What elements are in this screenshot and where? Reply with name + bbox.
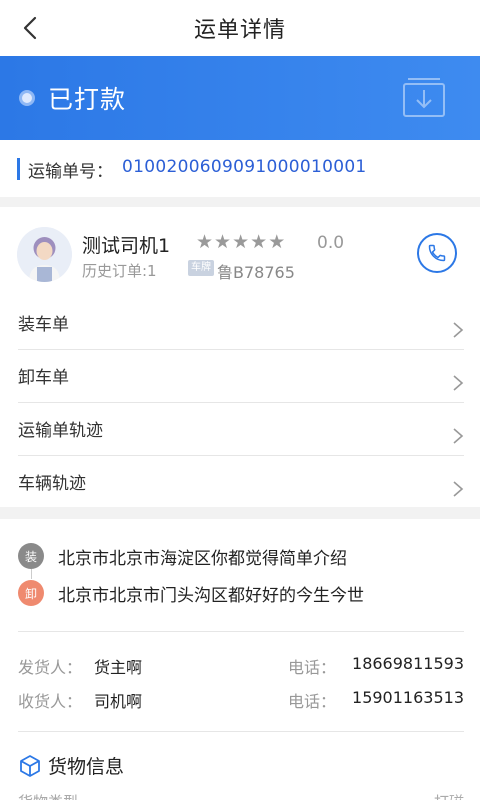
page-title: 运单详情 [193,18,286,43]
load-address-row: 装 北京市北京市海淀区你都觉得简单介绍 [18,543,347,569]
chevron-left-icon [23,16,37,40]
menu-item-waybill-track[interactable]: 运输单轨迹 [18,403,464,456]
menu-item-label: 运输单轨迹 [18,421,103,441]
page: 运单详情 已打款 运输单号： 0100200609091000010001 测试… [0,0,480,800]
divider [18,631,464,632]
goods-header: 货物信息 [18,752,124,779]
back-button[interactable] [14,12,46,44]
load-address: 北京市北京市海淀区你都觉得简单介绍 [58,548,347,569]
chevron-right-icon [453,428,464,444]
document-menu: 装车单 卸车单 运输单轨迹 车辆轨迹 [18,297,464,509]
history-orders: 历史订单:1 [82,262,157,280]
unload-address: 北京市北京市门头沟区都好好的今生今世 [58,585,364,606]
status-text: 已打款 [48,85,127,114]
menu-item-label: 车辆轨迹 [18,474,86,494]
menu-item-label: 装车单 [18,315,69,335]
menu-item-unloading-sheet[interactable]: 卸车单 [18,350,464,403]
driver-name: 测试司机1 [82,235,171,257]
plate-number: 鲁B78765 [217,263,295,282]
goods-type-value: 打磁 [434,791,464,800]
star-icon: ★ [232,231,250,253]
menu-item-vehicle-track[interactable]: 车辆轨迹 [18,456,464,509]
nav-bar: 运单详情 [0,0,480,56]
divider [18,731,464,732]
chevron-right-icon [453,481,464,497]
rating-stars: ★ ★ ★ ★ ★ [196,230,285,254]
load-badge: 装 [18,543,44,569]
order-number-label: 运输单号： [28,162,113,182]
download-box-icon[interactable] [402,76,446,120]
rating-value: 0.0 [317,233,345,253]
receiver-label: 收货人： [18,692,83,711]
sender-tel-label: 电话： [288,658,337,677]
address-card: 装 北京市北京市海淀区你都觉得简单介绍 卸 北京市北京市门头沟区都好好的今生今世… [0,519,480,800]
star-icon: ★ [250,231,268,253]
order-number-section: 运输单号： 0100200609091000010001 [0,140,480,197]
star-icon: ★ [214,231,232,253]
unload-address-row: 卸 北京市北京市门头沟区都好好的今生今世 [18,580,364,606]
chevron-right-icon [453,322,464,338]
menu-item-loading-sheet[interactable]: 装车单 [18,297,464,350]
status-dot-icon [19,90,35,106]
status-banner: 已打款 [0,56,480,140]
star-icon: ★ [196,231,214,253]
receiver-tel[interactable]: 15901163513 [352,688,464,707]
phone-icon [428,244,446,262]
receiver-row: 收货人： 司机啊 电话： 15901163513 [18,688,464,712]
sender-name: 货主啊 [94,658,143,677]
call-driver-button[interactable] [417,233,457,273]
star-icon: ★ [268,231,286,253]
sender-row: 发货人： 货主啊 电话： 18669811593 [18,654,464,678]
order-number-value: 0100200609091000010001 [122,157,367,177]
receiver-name: 司机啊 [94,692,143,711]
unload-badge: 卸 [18,580,44,606]
address-connector [31,569,32,579]
avatar [17,227,72,282]
sender-tel[interactable]: 18669811593 [352,654,464,673]
sender-label: 发货人： [18,658,83,677]
cube-icon [20,754,40,777]
goods-title: 货物信息 [48,756,125,778]
plate-tag: 车牌 [188,260,214,276]
order-accent-bar [17,158,20,180]
receiver-tel-label: 电话： [288,692,337,711]
goods-type-label: 货物类型 [18,791,78,800]
chevron-right-icon [453,375,464,391]
driver-avatar-icon [17,227,72,282]
menu-item-label: 卸车单 [18,368,69,388]
driver-card: 测试司机1 ★ ★ ★ ★ ★ 0.0 历史订单:1 车牌 鲁B78765 装车… [0,207,480,507]
